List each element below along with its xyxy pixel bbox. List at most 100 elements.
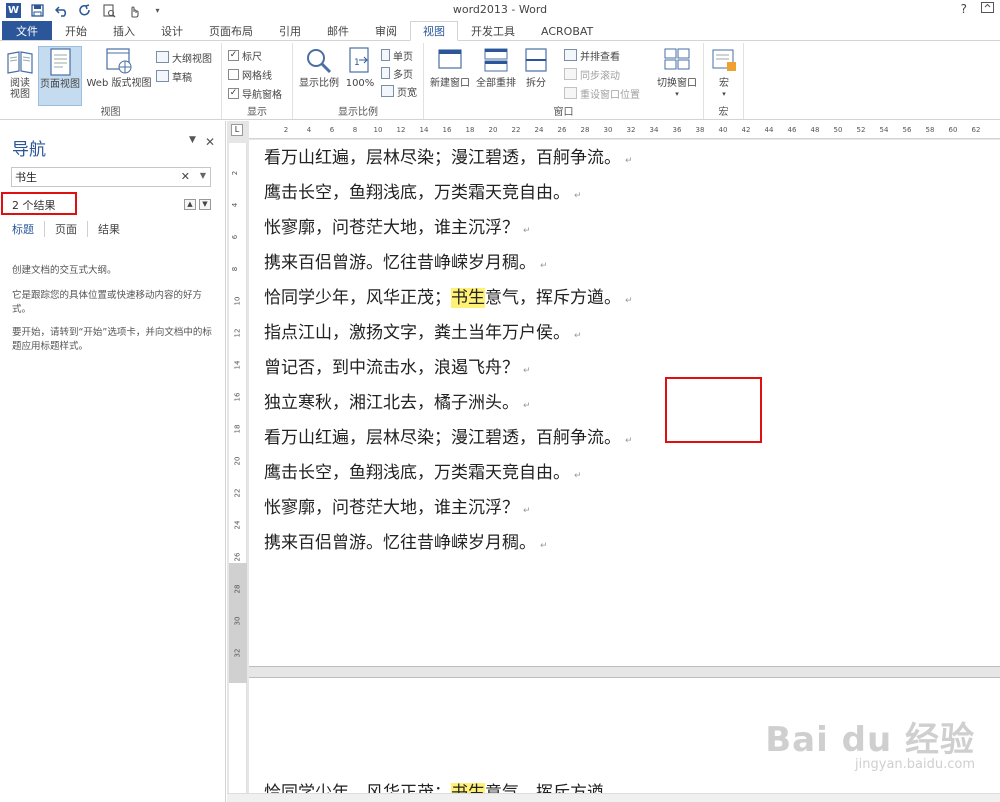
one-page-label: 单页 bbox=[393, 51, 413, 63]
print-layout-label: 页面视图 bbox=[40, 79, 80, 90]
horizontal-ruler[interactable]: 2 4 6 8 10 12 14 16 18 20 22 24 26 28 30 32 34 36 38 40 42 44… bbox=[249, 121, 1000, 139]
side-by-side-button[interactable]: 并排查看 bbox=[564, 47, 620, 63]
previous-result-icon[interactable]: ▲ bbox=[184, 199, 196, 210]
switch-windows-icon bbox=[662, 46, 692, 76]
help-icon[interactable]: ? bbox=[961, 2, 967, 16]
read-mode-label: 阅读视图 bbox=[10, 78, 30, 100]
print-layout-button[interactable]: 页面视图 bbox=[38, 46, 82, 106]
split-button[interactable]: 拆分 bbox=[520, 46, 552, 89]
ruler-tick: 24 bbox=[534, 126, 544, 134]
zoom-button[interactable]: 显示比例 bbox=[297, 46, 341, 89]
views-group-label: 视图 bbox=[100, 107, 121, 118]
navigation-pane: 导航 ▼ ✕ ✕ ▼ 2 个结果 ▲ ▼ 标题 页面 结果 创建文档的交互式大纲… bbox=[0, 121, 226, 802]
zoom-100-button[interactable]: 1 100% bbox=[345, 46, 375, 89]
paragraph-mark-icon: ↵ bbox=[523, 366, 531, 376]
tab-acrobat[interactable]: ACROBAT bbox=[528, 21, 606, 41]
group-macros: 宏 ▾ 宏 bbox=[704, 43, 744, 119]
ruler-tick: 46 bbox=[787, 126, 797, 134]
zoom-label: 显示比例 bbox=[299, 78, 339, 89]
one-page-icon bbox=[381, 49, 390, 61]
ruler-tick: 28 bbox=[580, 126, 590, 134]
document-area: L 2 4 6 8 10 12 14 16 18 20 22 24 26 28 30 32 34 36 38 40 42… bbox=[227, 121, 1000, 802]
sync-scroll-button[interactable]: 同步滚动 bbox=[564, 66, 620, 82]
multi-page-button[interactable]: 多页 bbox=[381, 65, 413, 81]
gridlines-checkbox[interactable]: 网格线 bbox=[228, 66, 272, 82]
ruler-tick: 22 bbox=[511, 126, 521, 134]
macros-group-label: 宏 bbox=[718, 107, 729, 118]
read-mode-button[interactable]: 阅读视图 bbox=[4, 46, 36, 100]
gridlines-check-icon bbox=[228, 68, 239, 80]
nav-tab-results[interactable]: 结果 bbox=[98, 221, 130, 237]
ruler-tick: 20 bbox=[233, 456, 242, 466]
arrange-all-label: 全部重排 bbox=[476, 78, 516, 89]
draft-button[interactable]: 草稿 bbox=[156, 68, 192, 84]
macros-label: 宏 bbox=[719, 78, 729, 89]
tab-insert[interactable]: 插入 bbox=[100, 21, 148, 41]
tab-mailings[interactable]: 邮件 bbox=[314, 21, 362, 41]
ruler-tick: 32 bbox=[626, 126, 636, 134]
tab-selector[interactable]: L bbox=[231, 124, 243, 136]
document-page[interactable]: 看万山红遍，层林尽染；漫江碧透，百舸争流。 ↵ 鹰击长空，鱼翔浅底，万类霜天竞自由。… bbox=[249, 140, 1000, 666]
show-group-label: 显示 bbox=[247, 107, 267, 118]
paragraph-mark-icon: ↵ bbox=[574, 331, 582, 341]
group-window: 新建窗口 全部重排 拆分 并排查看 同步滚动 重设窗口位置 切换窗口 ▾ 窗口 bbox=[424, 43, 704, 119]
macros-icon bbox=[709, 46, 739, 76]
doc-line: 鹰击长空，鱼翔浅底，万类霜天竞自由。 ↵ bbox=[264, 178, 582, 203]
paragraph-mark-icon: ↵ bbox=[540, 261, 548, 271]
zoom-100-icon: 1 bbox=[345, 46, 375, 76]
one-page-button[interactable]: 单页 bbox=[381, 47, 413, 63]
tab-developer[interactable]: 开发工具 bbox=[458, 21, 528, 41]
page-width-button[interactable]: 页宽 bbox=[381, 83, 417, 99]
side-by-side-icon bbox=[564, 49, 577, 61]
doc-line-text: 鹰击长空，鱼翔浅底，万类霜天竞自由。 bbox=[264, 183, 570, 203]
tab-design[interactable]: 设计 bbox=[148, 21, 196, 41]
new-window-button[interactable]: 新建窗口 bbox=[428, 46, 472, 89]
nav-search-input[interactable] bbox=[12, 168, 172, 186]
nav-tab-headings[interactable]: 标题 bbox=[12, 221, 45, 237]
arrange-all-button[interactable]: 全部重排 bbox=[474, 46, 518, 89]
ruler-tick: 38 bbox=[695, 126, 705, 134]
clear-search-icon[interactable]: ✕ bbox=[181, 170, 190, 183]
reset-position-label: 重设窗口位置 bbox=[580, 89, 640, 101]
ruler-tick: 32 bbox=[233, 648, 242, 658]
ruler-tick: 12 bbox=[233, 328, 242, 338]
macros-button[interactable]: 宏 ▾ bbox=[708, 46, 740, 100]
ribbon-display-icon[interactable] bbox=[981, 2, 994, 16]
reset-position-button[interactable]: 重设窗口位置 bbox=[564, 85, 640, 101]
search-highlight: 书生 bbox=[451, 288, 485, 308]
search-options-icon[interactable]: ▼ bbox=[200, 171, 206, 180]
doc-line: 看万山红遍，层林尽染；漫江碧透，百舸争流。 ↵ bbox=[264, 143, 633, 168]
outline-button[interactable]: 大纲视图 bbox=[156, 49, 212, 65]
tab-page-layout[interactable]: 页面布局 bbox=[196, 21, 266, 41]
tab-view[interactable]: 视图 bbox=[410, 21, 458, 41]
paragraph-mark-icon: ↵ bbox=[540, 541, 548, 551]
paragraph-mark-icon: ↵ bbox=[625, 296, 633, 306]
horizontal-scrollbar[interactable] bbox=[227, 793, 1000, 802]
close-icon[interactable]: ✕ bbox=[205, 135, 215, 149]
multi-page-label: 多页 bbox=[393, 69, 413, 81]
next-result-icon[interactable]: ▼ bbox=[199, 199, 211, 210]
ruler-tick: 52 bbox=[856, 126, 866, 134]
vertical-ruler[interactable]: 2 4 6 8 10 12 14 16 18 20 22 24 26 28 30 32 bbox=[229, 143, 247, 802]
nav-pane-checkbox[interactable]: ✓ 导航窗格 bbox=[228, 85, 282, 101]
ruler-tick: 10 bbox=[233, 296, 242, 306]
switch-windows-button[interactable]: 切换窗口 ▾ bbox=[654, 46, 700, 100]
zoom-100-label: 100% bbox=[345, 78, 375, 89]
doc-line: 曾记否，到中流击水，浪遏飞舟？ ↵ bbox=[264, 353, 531, 378]
tab-file[interactable]: 文件 bbox=[2, 21, 52, 41]
nav-pane-controls: ▼ ✕ bbox=[189, 135, 215, 149]
split-label: 拆分 bbox=[526, 78, 546, 89]
doc-line-text: 看万山红遍，层林尽染；漫江碧透，百舸争流。 bbox=[264, 148, 621, 168]
tab-review[interactable]: 审阅 bbox=[362, 21, 410, 41]
tab-references[interactable]: 引用 bbox=[266, 21, 314, 41]
paragraph-mark-icon: ↵ bbox=[625, 436, 633, 446]
ruler-checkbox[interactable]: ✓ 标尺 bbox=[228, 47, 262, 63]
nav-search-box[interactable]: ✕ ▼ bbox=[11, 167, 211, 187]
tab-home[interactable]: 开始 bbox=[52, 21, 100, 41]
ruler-tick: 20 bbox=[488, 126, 498, 134]
nav-tab-pages[interactable]: 页面 bbox=[55, 221, 88, 237]
chevron-down-icon[interactable]: ▼ bbox=[189, 135, 196, 149]
ruler-tick: 60 bbox=[948, 126, 958, 134]
new-window-icon bbox=[435, 46, 465, 76]
web-layout-button[interactable]: Web 版式视图 bbox=[85, 46, 153, 89]
